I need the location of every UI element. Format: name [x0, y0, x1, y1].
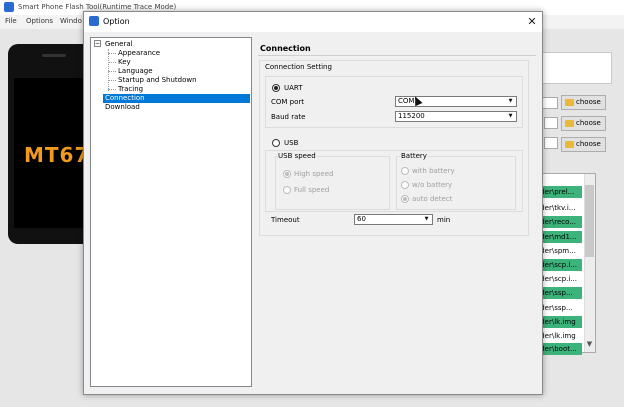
close-icon[interactable]: ✕ [524, 14, 540, 30]
folder-icon [565, 120, 574, 127]
list-scrollbar-thumb[interactable] [585, 185, 594, 257]
timeout-value: 60 [357, 215, 366, 223]
choose-button-label: choose [576, 98, 601, 106]
app-icon [89, 16, 99, 26]
tree-item-appearance[interactable]: Appearance [118, 49, 160, 58]
tree-item-key[interactable]: Key [118, 58, 131, 67]
app-icon [4, 2, 14, 12]
dropdown-arrow-icon[interactable]: ▼ [506, 113, 515, 120]
background-info-panel [540, 52, 612, 84]
tree-item-language[interactable]: Language [118, 67, 153, 76]
section-title: Connection [260, 44, 311, 53]
tree-item-connection[interactable]: Connection [105, 94, 145, 103]
tree-connector [108, 53, 116, 54]
timeout-label: Timeout [271, 216, 300, 224]
battery-label: Battery [400, 152, 428, 160]
auto-detect-label: auto detect [412, 195, 453, 203]
com-port-label: COM port [271, 98, 305, 106]
uart-radio[interactable] [272, 84, 280, 92]
connection-setting-label: Connection Setting [264, 63, 333, 71]
tree-connector [108, 62, 116, 63]
choose-button[interactable]: choose [561, 137, 606, 152]
without-battery-radio[interactable] [401, 181, 409, 189]
tree-item-startup-shutdown[interactable]: Startup and Shutdown [118, 76, 197, 85]
folder-icon [565, 99, 574, 106]
collapse-icon[interactable]: − [94, 40, 101, 47]
without-battery-label: w/o battery [412, 181, 453, 189]
tree-connector [108, 89, 116, 90]
menu-window[interactable]: Windo [60, 17, 82, 25]
choose-button[interactable]: choose [561, 116, 606, 131]
background-combo[interactable] [544, 137, 558, 149]
tree-connector [108, 71, 116, 72]
choose-button-label: choose [576, 140, 601, 148]
choose-button-label: choose [576, 119, 601, 127]
tree-item-download[interactable]: Download [105, 103, 140, 112]
usb-radio[interactable] [272, 139, 280, 147]
scroll-down-icon[interactable]: ▼ [585, 340, 594, 350]
usb-speed-group [275, 156, 390, 210]
choose-button[interactable]: choose [561, 95, 606, 110]
background-app-title: Smart Phone Flash Tool(Runtime Trace Mod… [18, 3, 177, 11]
high-speed-radio[interactable] [283, 170, 291, 178]
timeout-unit: min [437, 216, 451, 224]
baud-rate-label: Baud rate [271, 113, 306, 121]
tree-item-general[interactable]: General [105, 40, 133, 49]
phone-chip-label: MT67 [24, 143, 90, 167]
tree-connector [108, 49, 109, 91]
section-divider [258, 55, 536, 56]
baud-rate-select[interactable]: 115200 ▼ [395, 111, 517, 122]
high-speed-label: High speed [294, 170, 334, 178]
tree-item-tracing[interactable]: Tracing [118, 85, 143, 94]
full-speed-label: Full speed [294, 186, 330, 194]
menu-file[interactable]: File [5, 17, 17, 25]
baud-rate-value: 115200 [398, 112, 425, 120]
with-battery-radio[interactable] [401, 167, 409, 175]
folder-icon [565, 141, 574, 148]
background-combo[interactable] [544, 117, 558, 129]
auto-detect-radio[interactable] [401, 195, 409, 203]
usb-speed-label: USB speed [277, 152, 317, 160]
dialog-title: Option [103, 17, 130, 26]
phone-speaker [42, 54, 66, 57]
usb-label: USB [284, 139, 299, 147]
spin-arrow-icon[interactable]: ▼ [422, 216, 431, 223]
uart-label: UART [284, 84, 303, 92]
full-speed-radio[interactable] [283, 186, 291, 194]
timeout-spinbox[interactable]: 60 ▼ [354, 214, 433, 225]
menu-options[interactable]: Options [26, 17, 53, 25]
with-battery-label: with battery [412, 167, 455, 175]
dialog-titlebar[interactable] [84, 12, 542, 32]
tree-connector [108, 80, 116, 81]
dropdown-arrow-icon[interactable]: ▼ [506, 98, 515, 105]
